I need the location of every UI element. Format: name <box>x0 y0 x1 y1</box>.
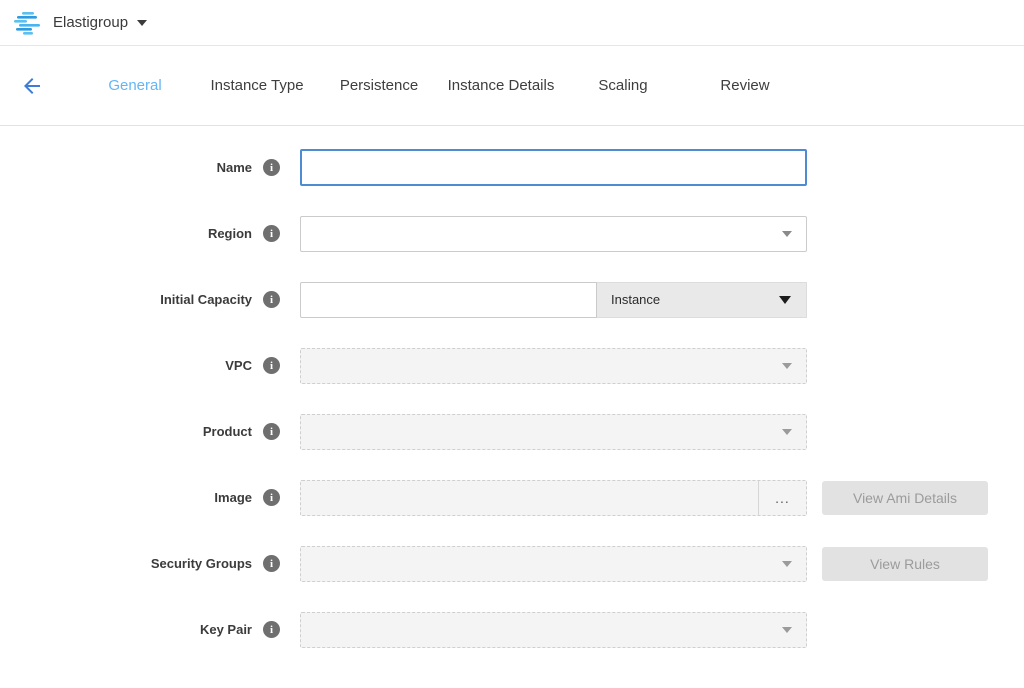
top-bar: Elastigroup <box>0 0 1024 46</box>
form-row-initial-capacity: Initial Capacity i Instance <box>0 281 1024 318</box>
form-row-vpc: VPC i <box>0 347 1024 384</box>
info-icon[interactable]: i <box>263 357 280 374</box>
info-icon[interactable]: i <box>263 291 280 308</box>
image-browse-button[interactable]: ... <box>759 481 806 515</box>
info-icon[interactable]: i <box>263 225 280 242</box>
image-label: Image <box>0 490 252 505</box>
chevron-down-icon <box>782 561 792 567</box>
capacity-unit-select[interactable]: Instance <box>597 282 807 318</box>
image-picker-value <box>301 481 758 515</box>
product-label: Product <box>0 424 252 439</box>
form-row-name: Name i <box>0 149 1024 186</box>
form-row-product: Product i <box>0 413 1024 450</box>
key-pair-label: Key Pair <box>0 622 252 637</box>
initial-capacity-input[interactable] <box>300 282 597 318</box>
tab-scaling[interactable]: Scaling <box>562 77 684 94</box>
tab-instance-details[interactable]: Instance Details <box>440 77 562 94</box>
tab-review[interactable]: Review <box>684 77 806 94</box>
view-rules-button[interactable]: View Rules <box>822 547 988 581</box>
chevron-down-icon <box>782 363 792 369</box>
wizard-tabs: General Instance Type Persistence Instan… <box>74 77 806 94</box>
tab-general[interactable]: General <box>74 77 196 94</box>
view-ami-details-button[interactable]: View Ami Details <box>822 481 988 515</box>
image-picker-field: ... <box>300 480 807 516</box>
info-icon[interactable]: i <box>263 489 280 506</box>
name-input[interactable] <box>300 149 807 186</box>
info-icon[interactable]: i <box>263 423 280 440</box>
chevron-down-icon <box>137 20 147 26</box>
elastigroup-logo-icon <box>14 11 42 35</box>
vpc-label: VPC <box>0 358 252 373</box>
general-settings-form: Name i Region i Initial Capacity i Insta… <box>0 126 1024 648</box>
initial-capacity-label: Initial Capacity <box>0 292 252 307</box>
app-switcher[interactable]: Elastigroup <box>14 11 147 35</box>
tab-instance-type[interactable]: Instance Type <box>196 77 318 94</box>
region-label: Region <box>0 226 252 241</box>
name-label: Name <box>0 160 252 175</box>
capacity-unit-value: Instance <box>611 292 660 307</box>
form-row-image: Image i ... View Ami Details <box>0 479 1024 516</box>
security-groups-select[interactable] <box>300 546 807 582</box>
key-pair-select[interactable] <box>300 612 807 648</box>
chevron-down-icon <box>782 429 792 435</box>
wizard-tab-bar: General Instance Type Persistence Instan… <box>0 46 1024 126</box>
info-icon[interactable]: i <box>263 555 280 572</box>
vpc-select[interactable] <box>300 348 807 384</box>
info-icon[interactable]: i <box>263 159 280 176</box>
form-row-key-pair: Key Pair i <box>0 611 1024 648</box>
product-select[interactable] <box>300 414 807 450</box>
region-select[interactable] <box>300 216 807 252</box>
chevron-down-icon <box>782 231 792 237</box>
back-button[interactable] <box>18 72 46 100</box>
security-groups-label: Security Groups <box>0 556 252 571</box>
arrow-back-icon <box>20 74 44 98</box>
chevron-down-icon <box>779 296 791 304</box>
chevron-down-icon <box>782 627 792 633</box>
form-row-security-groups: Security Groups i View Rules <box>0 545 1024 582</box>
info-icon[interactable]: i <box>263 621 280 638</box>
tab-persistence[interactable]: Persistence <box>318 77 440 94</box>
app-title: Elastigroup <box>53 14 128 31</box>
form-row-region: Region i <box>0 215 1024 252</box>
